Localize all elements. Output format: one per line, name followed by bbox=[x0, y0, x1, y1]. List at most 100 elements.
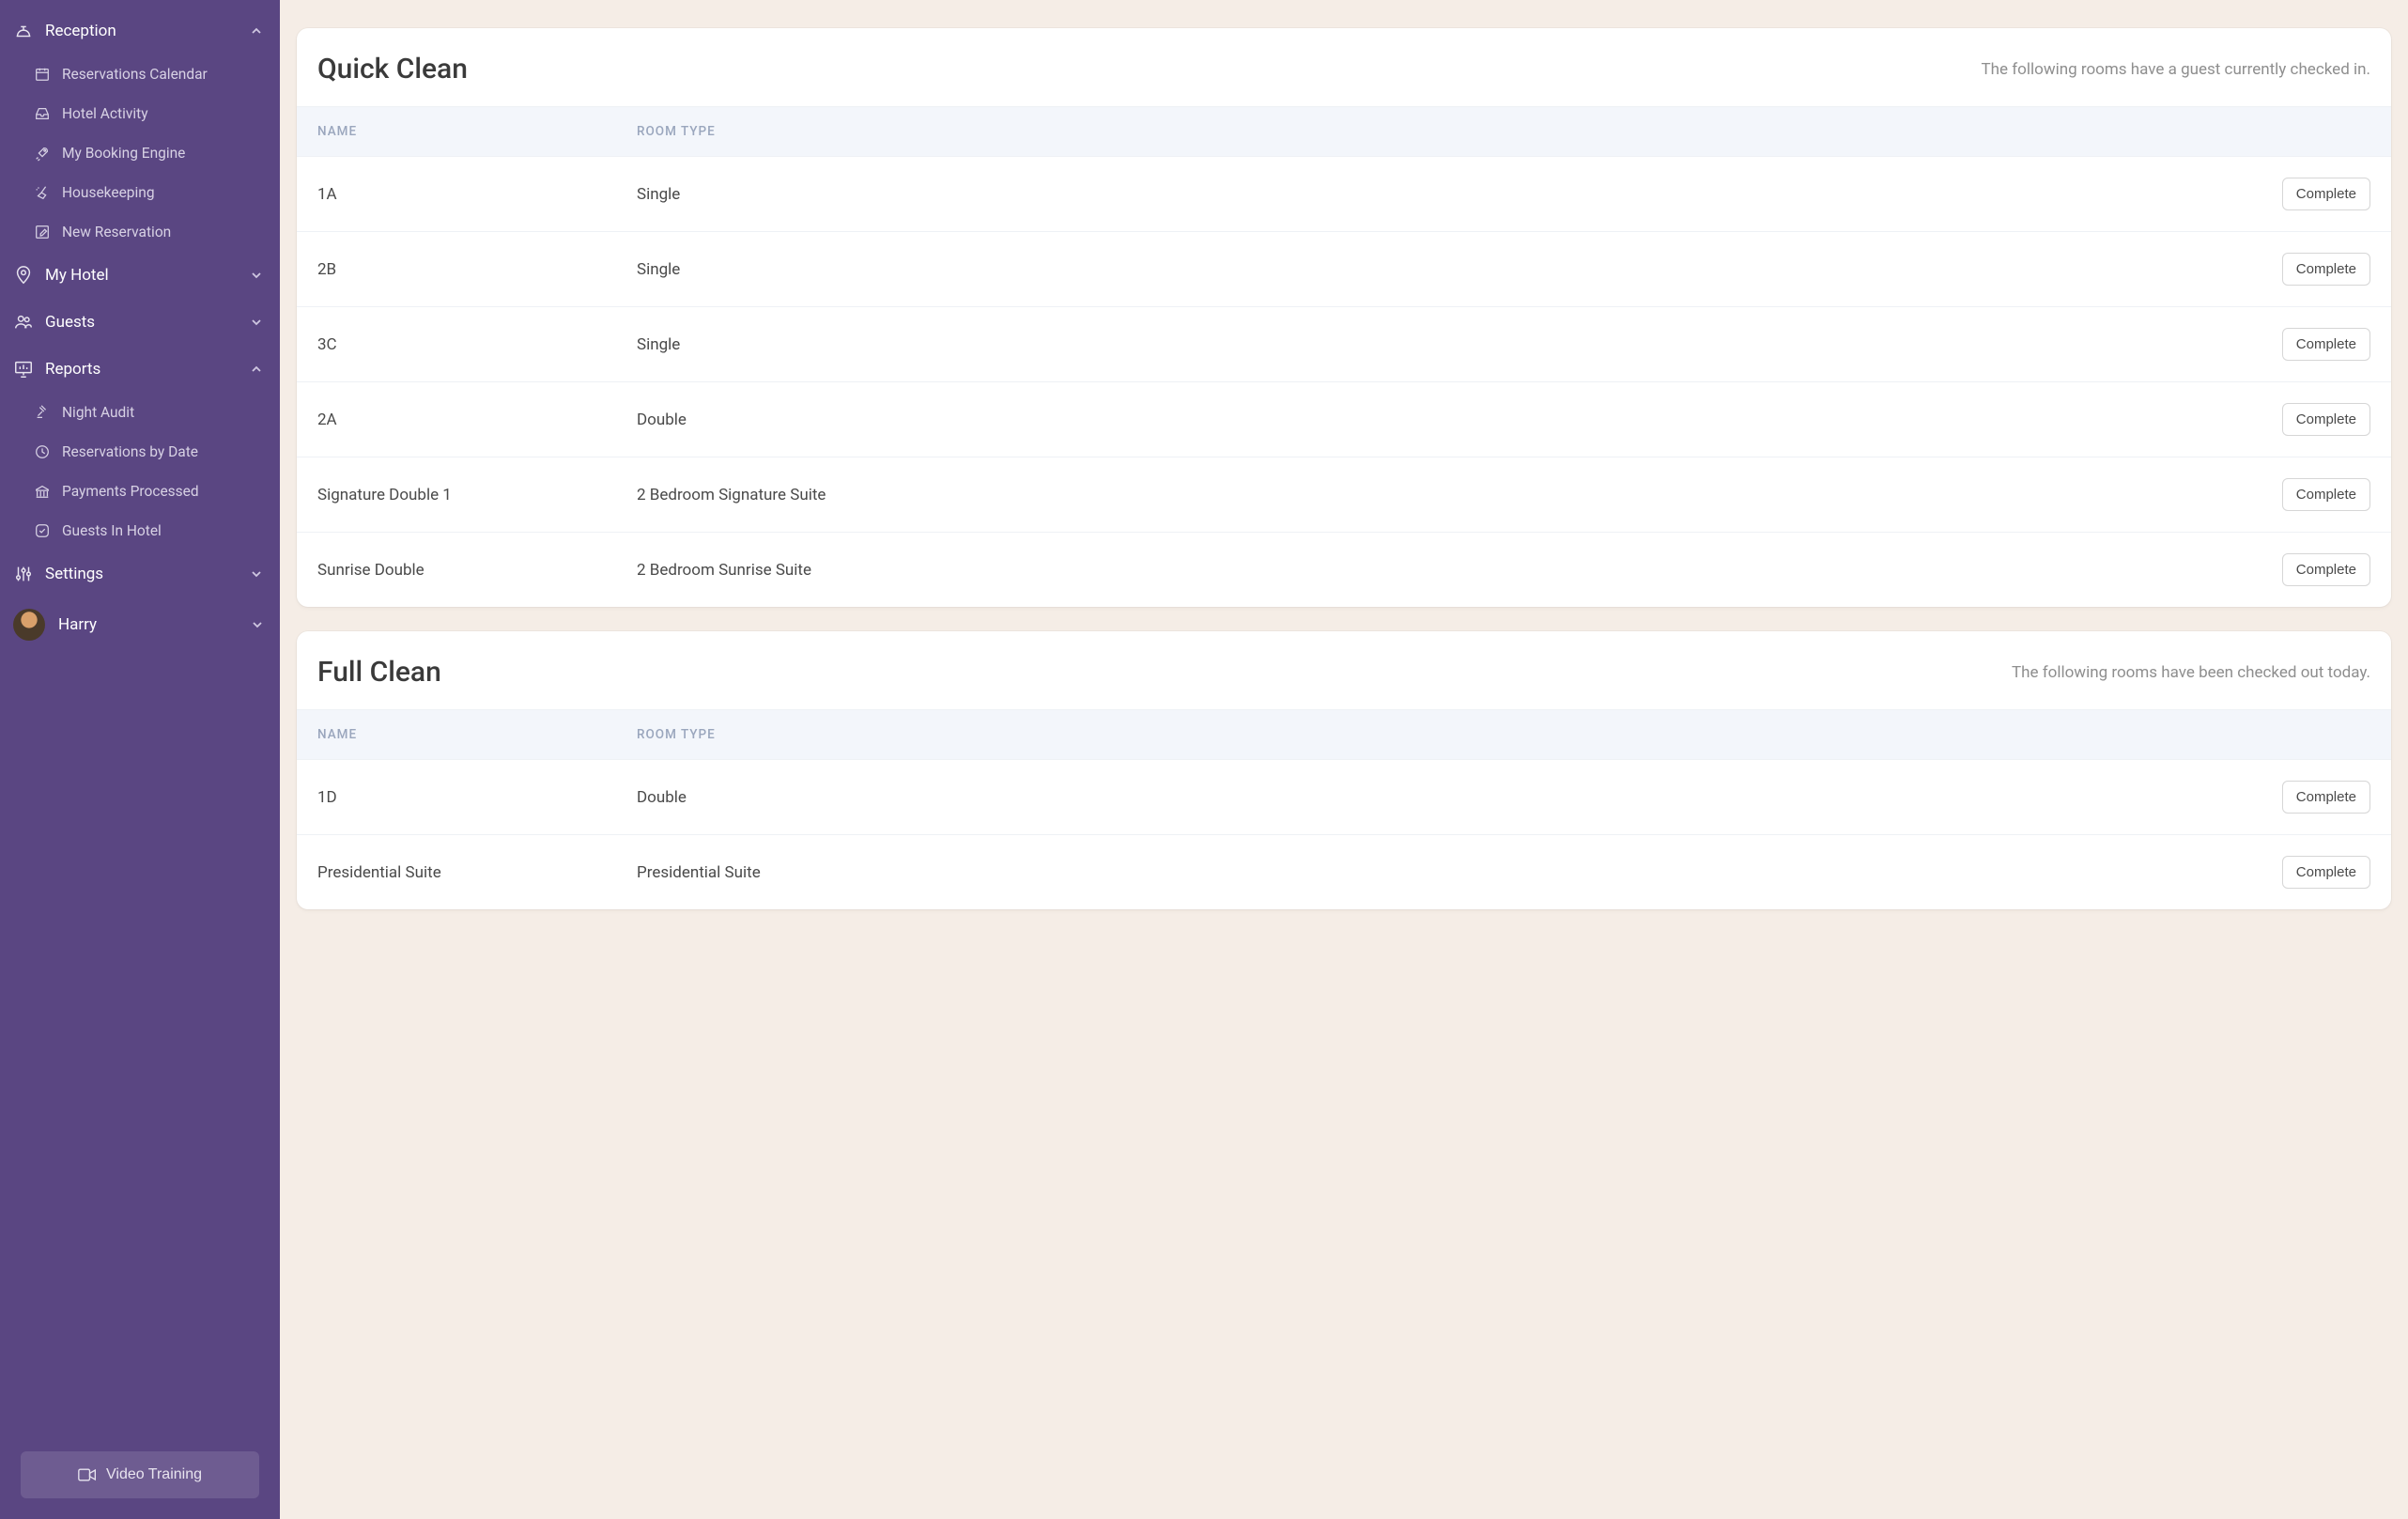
complete-button[interactable]: Complete bbox=[2282, 328, 2370, 361]
people-icon bbox=[13, 312, 34, 333]
cell-name: 3C bbox=[317, 335, 637, 354]
location-icon bbox=[13, 265, 34, 286]
cell-room-type: 2 Bedroom Sunrise Suite bbox=[637, 561, 2239, 580]
check-circle-icon bbox=[34, 522, 51, 539]
sidebar-item-night-audit[interactable]: Night Audit bbox=[0, 393, 280, 432]
complete-button[interactable]: Complete bbox=[2282, 253, 2370, 286]
sidebar-item-label: Hotel Activity bbox=[62, 105, 148, 122]
nav-label: Reports bbox=[45, 360, 250, 379]
edit-icon bbox=[34, 224, 51, 240]
cell-name: 2B bbox=[317, 260, 637, 279]
column-name: Name bbox=[317, 727, 637, 742]
quick-clean-title: Quick Clean bbox=[317, 53, 468, 85]
table-row: Sunrise Double2 Bedroom Sunrise Suite Com… bbox=[297, 533, 2391, 607]
video-training-label: Video Training bbox=[106, 1466, 202, 1483]
table-row: Presidential SuitePresidential Suite Comp… bbox=[297, 835, 2391, 909]
main-content: Quick Clean The following rooms have a g… bbox=[280, 0, 2408, 1519]
nav-header-my-hotel[interactable]: My Hotel bbox=[0, 252, 280, 299]
nav-header-guests[interactable]: Guests bbox=[0, 299, 280, 346]
sidebar: Reception Reservations Calendar Hotel Ac… bbox=[0, 0, 280, 1519]
video-training-button[interactable]: Video Training bbox=[21, 1451, 259, 1498]
chevron-up-icon bbox=[250, 24, 263, 38]
full-clean-subtitle: The following rooms have been checked ou… bbox=[2012, 663, 2370, 682]
sidebar-item-label: New Reservation bbox=[62, 224, 171, 240]
chevron-down-icon bbox=[250, 567, 263, 581]
sidebar-item-label: Housekeeping bbox=[62, 184, 155, 201]
complete-button[interactable]: Complete bbox=[2282, 478, 2370, 511]
nav-section-reception: Reception Reservations Calendar Hotel Ac… bbox=[0, 8, 280, 252]
sidebar-item-new-reservation[interactable]: New Reservation bbox=[0, 212, 280, 252]
complete-button[interactable]: Complete bbox=[2282, 553, 2370, 586]
full-clean-title: Full Clean bbox=[317, 656, 441, 689]
sidebar-item-reservations-calendar[interactable]: Reservations Calendar bbox=[0, 54, 280, 94]
table-header: Name Room Type bbox=[297, 106, 2391, 157]
cell-name: Sunrise Double bbox=[317, 561, 637, 580]
cell-name: Signature Double 1 bbox=[317, 486, 637, 504]
cell-room-type: Presidential Suite bbox=[637, 863, 2239, 882]
table-header: Name Room Type bbox=[297, 709, 2391, 760]
table-row: 2ADouble Complete bbox=[297, 382, 2391, 457]
nav-label: Guests bbox=[45, 313, 250, 332]
sidebar-item-booking-engine[interactable]: My Booking Engine bbox=[0, 133, 280, 173]
complete-button[interactable]: Complete bbox=[2282, 781, 2370, 814]
nav-label: Settings bbox=[45, 565, 250, 583]
column-name: Name bbox=[317, 124, 637, 139]
table-row: 1DDouble Complete bbox=[297, 760, 2391, 835]
cell-room-type: Single bbox=[637, 335, 2239, 354]
user-name: Harry bbox=[58, 615, 252, 634]
sidebar-item-label: Reservations by Date bbox=[62, 443, 198, 460]
cell-name: 1A bbox=[317, 185, 637, 204]
calendar-icon bbox=[34, 66, 51, 83]
bank-icon bbox=[34, 483, 51, 500]
table-row: 1ASingle Complete bbox=[297, 157, 2391, 232]
sidebar-item-reservations-by-date[interactable]: Reservations by Date bbox=[0, 432, 280, 472]
nav-label: My Hotel bbox=[45, 266, 250, 285]
table-row: 3CSingle Complete bbox=[297, 307, 2391, 382]
nav-header-settings[interactable]: Settings bbox=[0, 550, 280, 597]
complete-button[interactable]: Complete bbox=[2282, 178, 2370, 210]
bell-icon bbox=[13, 21, 34, 41]
table-row: Signature Double 12 Bedroom Signature Su… bbox=[297, 457, 2391, 533]
sliders-icon bbox=[13, 564, 34, 584]
cell-room-type: Double bbox=[637, 788, 2239, 807]
quick-clean-subtitle: The following rooms have a guest current… bbox=[1982, 60, 2370, 79]
nav-label: Reception bbox=[45, 22, 250, 40]
sidebar-item-payments-processed[interactable]: Payments Processed bbox=[0, 472, 280, 511]
nav-section-reports: Reports Night Audit Reservations by Date bbox=[0, 346, 280, 550]
sidebar-item-housekeeping[interactable]: Housekeeping bbox=[0, 173, 280, 212]
column-room-type: Room Type bbox=[637, 124, 2239, 139]
quick-clean-card: Quick Clean The following rooms have a g… bbox=[297, 28, 2391, 607]
nav-header-reports[interactable]: Reports bbox=[0, 346, 280, 393]
full-clean-card: Full Clean The following rooms have been… bbox=[297, 631, 2391, 909]
presentation-icon bbox=[13, 359, 34, 380]
chevron-down-icon bbox=[250, 269, 263, 282]
sidebar-item-label: Payments Processed bbox=[62, 483, 199, 500]
cell-name: 1D bbox=[317, 788, 637, 807]
cell-room-type: Double bbox=[637, 411, 2239, 429]
inbox-icon bbox=[34, 105, 51, 122]
cell-room-type: Single bbox=[637, 260, 2239, 279]
broom-icon bbox=[34, 184, 51, 201]
user-menu[interactable]: Harry bbox=[0, 597, 280, 652]
cell-name: Presidential Suite bbox=[317, 863, 637, 882]
chevron-down-icon bbox=[250, 316, 263, 329]
video-icon bbox=[78, 1467, 97, 1482]
cell-name: 2A bbox=[317, 411, 637, 429]
sidebar-item-hotel-activity[interactable]: Hotel Activity bbox=[0, 94, 280, 133]
sidebar-item-label: Night Audit bbox=[62, 404, 134, 421]
sidebar-item-guests-in-hotel[interactable]: Guests In Hotel bbox=[0, 511, 280, 550]
complete-button[interactable]: Complete bbox=[2282, 856, 2370, 889]
sidebar-item-label: My Booking Engine bbox=[62, 145, 185, 162]
sidebar-item-label: Reservations Calendar bbox=[62, 66, 208, 83]
chevron-up-icon bbox=[250, 363, 263, 376]
chevron-down-icon bbox=[252, 619, 263, 630]
avatar bbox=[13, 609, 45, 641]
sidebar-item-label: Guests In Hotel bbox=[62, 522, 162, 539]
nav-header-reception[interactable]: Reception bbox=[0, 8, 280, 54]
table-row: 2BSingle Complete bbox=[297, 232, 2391, 307]
cell-room-type: Single bbox=[637, 185, 2239, 204]
complete-button[interactable]: Complete bbox=[2282, 403, 2370, 436]
gavel-icon bbox=[34, 404, 51, 421]
column-room-type: Room Type bbox=[637, 727, 2239, 742]
rocket-icon bbox=[34, 145, 51, 162]
